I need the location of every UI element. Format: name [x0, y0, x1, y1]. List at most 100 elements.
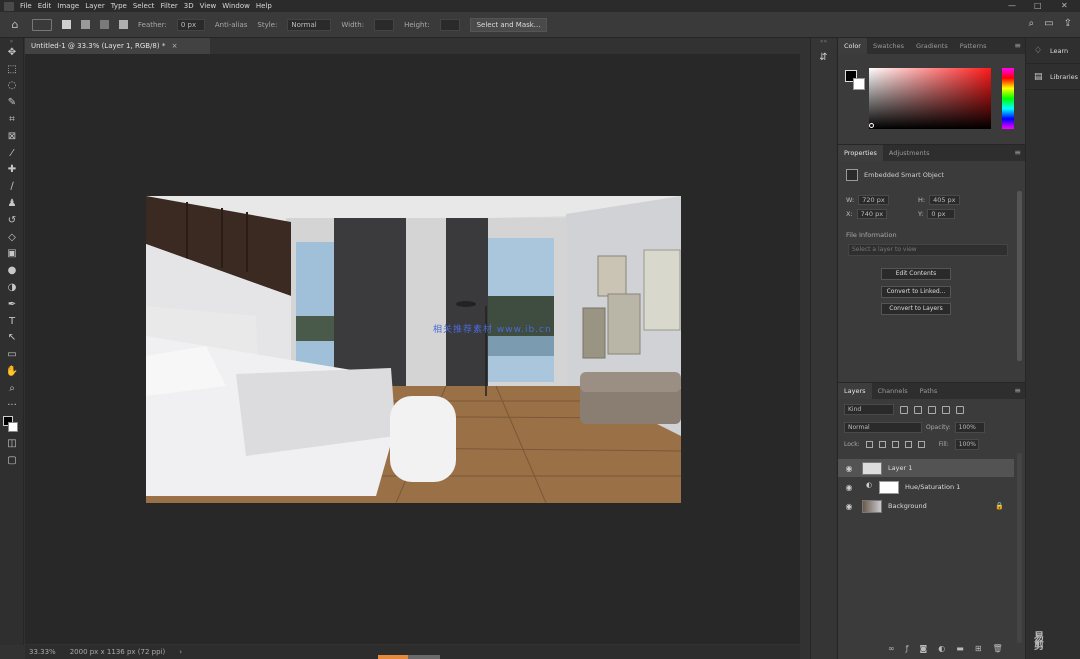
group-folder-icon[interactable]: ▬	[956, 644, 964, 653]
blur-tool-icon[interactable]: ●	[0, 262, 24, 279]
tab-patterns[interactable]: Patterns	[954, 38, 993, 54]
color-panel-swatches[interactable]	[845, 70, 867, 92]
menu-filter[interactable]: Filter	[160, 2, 177, 10]
lasso-tool-icon[interactable]: ◌	[0, 78, 24, 95]
tab-properties[interactable]: Properties	[838, 145, 883, 161]
document-tab[interactable]: Untitled-1 @ 33.3% (Layer 1, RGB/8) * ×	[25, 38, 210, 54]
panel-menu-icon[interactable]: ≡	[1014, 383, 1021, 399]
collapse-dock-icon[interactable]: ««	[811, 38, 836, 48]
properties-scrollbar[interactable]	[1017, 191, 1022, 361]
filter-smart-object-icon[interactable]	[956, 405, 964, 414]
tab-channels[interactable]: Channels	[872, 383, 914, 399]
menu-select[interactable]: Select	[133, 2, 155, 10]
maximize-button[interactable]: □	[1034, 1, 1042, 10]
menu-type[interactable]: Type	[111, 2, 127, 10]
new-selection-icon[interactable]	[62, 20, 71, 29]
delete-layer-icon[interactable]: 🗑	[993, 644, 1003, 653]
h-input[interactable]: 405 px	[929, 195, 960, 205]
color-swatches[interactable]	[0, 414, 24, 436]
share-icon[interactable]: ⇪	[1064, 18, 1072, 29]
status-arrow-icon[interactable]: ›	[179, 645, 182, 659]
history-panel-icon[interactable]: ⇵	[811, 48, 836, 66]
menu-image[interactable]: Image	[57, 2, 79, 10]
lock-all-icon[interactable]	[917, 441, 925, 448]
w-input[interactable]: 720 px	[858, 195, 889, 205]
adjustment-icon[interactable]: ◐	[938, 644, 945, 653]
convert-to-layers-button[interactable]: Convert to Layers	[881, 303, 951, 315]
y-input[interactable]: 0 px	[927, 209, 956, 219]
workspace-icon[interactable]: ▭	[1044, 18, 1053, 29]
healing-tool-icon[interactable]: ✚	[0, 162, 24, 179]
search-icon[interactable]: ⌕	[1029, 18, 1035, 29]
height-input[interactable]	[439, 18, 460, 31]
move-tool-icon[interactable]: ✥	[0, 44, 24, 61]
tab-color[interactable]: Color	[838, 38, 867, 54]
pen-tool-icon[interactable]: ✒	[0, 296, 24, 313]
tool-preset-picker[interactable]	[32, 18, 52, 31]
eyedropper-tool-icon[interactable]: ⁄	[0, 145, 24, 162]
more-tools-icon[interactable]: ···	[0, 397, 24, 414]
opacity-input[interactable]: 100%	[954, 422, 985, 433]
type-tool-icon[interactable]: T	[0, 313, 24, 330]
antialias-checkbox[interactable]: Anti-alias	[215, 21, 248, 29]
edit-contents-button[interactable]: Edit Contents	[881, 268, 951, 280]
fx-icon[interactable]: ƒ	[906, 644, 909, 653]
libraries-panel-button[interactable]: ▤ Libraries	[1026, 64, 1080, 90]
filter-adjustment-icon[interactable]	[914, 405, 922, 414]
menu-3d[interactable]: 3D	[184, 2, 194, 10]
panel-menu-icon[interactable]: ≡	[1014, 38, 1021, 54]
quick-mask-icon[interactable]: ◫	[0, 436, 24, 453]
history-brush-tool-icon[interactable]: ↺	[0, 212, 24, 229]
width-input[interactable]	[374, 18, 395, 31]
menu-edit[interactable]: Edit	[38, 2, 52, 10]
rectangle-tool-icon[interactable]: ▭	[0, 346, 24, 363]
clone-stamp-tool-icon[interactable]: ♟	[0, 195, 24, 212]
layers-scrollbar[interactable]	[1017, 453, 1022, 643]
background-color-chip[interactable]	[853, 78, 865, 90]
color-picker-field[interactable]	[869, 68, 991, 129]
color-picker-cursor[interactable]	[869, 123, 874, 128]
home-icon[interactable]: ⌂	[8, 18, 22, 32]
tab-swatches[interactable]: Swatches	[867, 38, 910, 54]
filter-pixel-icon[interactable]	[900, 405, 908, 414]
dodge-tool-icon[interactable]: ◑	[0, 279, 24, 296]
x-input[interactable]: 740 px	[856, 209, 888, 219]
filter-kind-select[interactable]: Kind	[844, 404, 894, 415]
background-color-swatch[interactable]	[8, 421, 18, 432]
screen-mode-icon[interactable]: ▢	[0, 452, 24, 469]
layer-row-hue-saturation[interactable]: ◉ ◐ Hue/Saturation 1	[838, 478, 1014, 496]
file-info-field[interactable]: Select a layer to view	[848, 244, 1008, 256]
document-canvas-image[interactable]	[146, 196, 681, 503]
menu-help[interactable]: Help	[256, 2, 272, 10]
tab-paths[interactable]: Paths	[914, 383, 944, 399]
subtract-selection-icon[interactable]	[100, 20, 109, 29]
learn-panel-button[interactable]: ♢ Learn	[1026, 38, 1080, 64]
minimize-button[interactable]: —	[1008, 1, 1016, 10]
gradient-tool-icon[interactable]: ▣	[0, 246, 24, 263]
layer-row-background[interactable]: ◉ Background 🔒	[838, 497, 1014, 515]
panel-menu-icon[interactable]: ≡	[1014, 145, 1021, 161]
hand-tool-icon[interactable]: ✋	[0, 363, 24, 380]
visibility-eye-icon[interactable]: ◉	[842, 502, 856, 511]
add-selection-icon[interactable]	[81, 20, 90, 29]
brush-tool-icon[interactable]: ∕	[0, 178, 24, 195]
blend-mode-select[interactable]: Normal	[844, 422, 922, 433]
quick-select-tool-icon[interactable]: ✎	[0, 94, 24, 111]
marquee-tool-icon[interactable]: ⬚	[0, 61, 24, 78]
menu-layer[interactable]: Layer	[85, 2, 105, 10]
zoom-level[interactable]: 33.33%	[29, 645, 56, 659]
frame-tool-icon[interactable]: ⊠	[0, 128, 24, 145]
filter-type-icon[interactable]	[928, 405, 936, 414]
hue-slider[interactable]	[1002, 68, 1014, 129]
menu-window[interactable]: Window	[222, 2, 250, 10]
zoom-tool-icon[interactable]: ⌕	[0, 380, 24, 397]
tab-gradients[interactable]: Gradients	[910, 38, 954, 54]
close-tab-icon[interactable]: ×	[172, 42, 178, 50]
select-and-mask-button[interactable]: Select and Mask...	[469, 17, 548, 32]
lock-pixels-icon[interactable]	[865, 441, 873, 448]
crop-tool-icon[interactable]: ⌗	[0, 111, 24, 128]
visibility-eye-icon[interactable]: ◉	[842, 483, 856, 492]
tab-adjustments[interactable]: Adjustments	[883, 145, 936, 161]
link-layers-icon[interactable]: ∞	[888, 644, 895, 653]
eraser-tool-icon[interactable]: ◇	[0, 229, 24, 246]
